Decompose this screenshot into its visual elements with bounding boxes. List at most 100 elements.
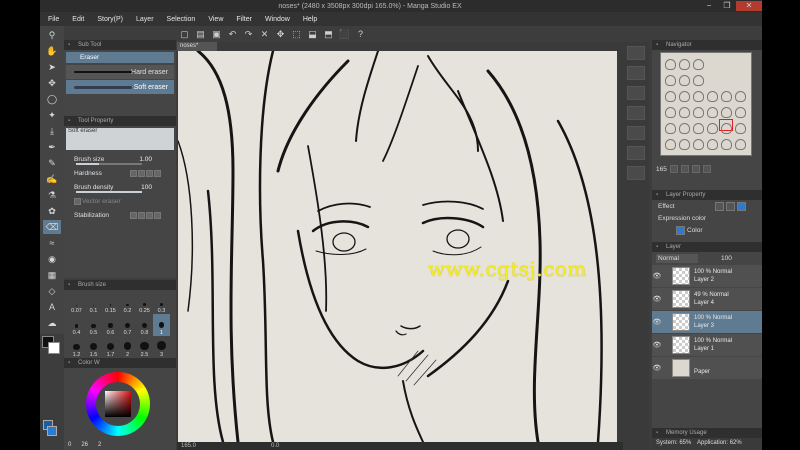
invert-selection-icon[interactable]: ⬒ bbox=[322, 28, 335, 40]
maximize-button[interactable]: ❐ bbox=[718, 1, 736, 11]
move-layer-icon[interactable]: ✥ bbox=[43, 76, 61, 90]
lasso-icon[interactable]: ◯ bbox=[43, 92, 61, 106]
hardness-row[interactable]: Hardness bbox=[64, 166, 176, 180]
layer-row[interactable]: 👁 100 % Normal Layer 1 bbox=[652, 334, 762, 356]
zoom-readout[interactable]: 165.0 bbox=[181, 442, 196, 450]
brush-density-slider[interactable] bbox=[76, 191, 142, 193]
transform-icon[interactable]: ✥ bbox=[274, 28, 287, 40]
brightness-value[interactable]: 2 bbox=[98, 442, 101, 448]
hardness-step[interactable] bbox=[130, 169, 137, 177]
brush-size-preset[interactable]: 0.2 bbox=[119, 292, 136, 314]
menu-story[interactable]: Story(P) bbox=[97, 16, 123, 23]
fill-tool-icon[interactable]: ◉ bbox=[43, 252, 61, 266]
operation-tool-icon[interactable]: ➤ bbox=[43, 60, 61, 74]
zoom-out-icon[interactable] bbox=[680, 165, 689, 173]
stabilization-step[interactable] bbox=[130, 211, 137, 219]
brush-density-row[interactable]: Brush density 100 bbox=[64, 180, 176, 194]
document-tab[interactable]: noses* bbox=[177, 42, 217, 51]
brush-icon[interactable]: ✍ bbox=[43, 172, 61, 186]
menu-edit[interactable]: Edit bbox=[72, 16, 84, 23]
airbrush-icon[interactable]: ⚗ bbox=[43, 188, 61, 202]
layer-opacity-value[interactable]: 100 bbox=[721, 255, 732, 262]
brush-size-row[interactable]: Brush size 1.00 bbox=[64, 152, 176, 166]
brush-size-value[interactable]: 1.00 bbox=[139, 156, 152, 163]
menu-filter[interactable]: Filter bbox=[236, 16, 252, 23]
drawing-canvas[interactable]: www.cgtsj.com bbox=[178, 51, 617, 442]
gradient-icon[interactable]: ▦ bbox=[43, 268, 61, 282]
open-icon[interactable]: ▤ bbox=[194, 28, 207, 40]
brush-size-preset[interactable]: 1.2 bbox=[68, 336, 85, 358]
brush-size-preset[interactable]: 0.25 bbox=[136, 292, 153, 314]
brush-size-preset[interactable]: 0.8 bbox=[136, 314, 153, 336]
undo-icon[interactable]: ↶ bbox=[226, 28, 239, 40]
brush-size-preset[interactable]: 0.07 bbox=[68, 292, 85, 314]
minimize-button[interactable]: − bbox=[700, 1, 718, 11]
brush-size-preset[interactable]: 0.7 bbox=[119, 314, 136, 336]
navigator-preview[interactable] bbox=[660, 52, 752, 156]
brush-size-preset[interactable]: 2 bbox=[119, 336, 136, 358]
brush-size-preset[interactable]: 0.1 bbox=[85, 292, 102, 314]
command-button[interactable] bbox=[627, 166, 645, 180]
sub-tool-tab-eraser[interactable]: Eraser bbox=[66, 52, 174, 63]
save-icon[interactable]: ▣ bbox=[210, 28, 223, 40]
effect-button[interactable] bbox=[714, 201, 724, 211]
brush-size-preset[interactable]: 1.7 bbox=[102, 336, 119, 358]
clear-icon[interactable]: ✕ bbox=[258, 28, 271, 40]
figure-icon[interactable]: ◇ bbox=[43, 284, 61, 298]
color-mode-value[interactable]: Color bbox=[687, 227, 703, 234]
hardness-step[interactable] bbox=[146, 169, 153, 177]
brush-size-preset[interactable]: 0.15 bbox=[102, 292, 119, 314]
layer-row[interactable]: 👁 100 % Normal Layer 2 bbox=[652, 265, 762, 287]
layer-row[interactable]: 👁 49 % Normal Layer 4 bbox=[652, 288, 762, 310]
visibility-eye-icon[interactable]: 👁 bbox=[652, 295, 662, 303]
color-wheel[interactable] bbox=[86, 372, 150, 436]
flip-icon[interactable] bbox=[702, 165, 711, 173]
decoration-icon[interactable]: ✿ bbox=[43, 204, 61, 218]
effect-button[interactable] bbox=[736, 201, 746, 211]
text-icon[interactable]: A bbox=[43, 300, 61, 314]
menu-window[interactable]: Window bbox=[265, 16, 290, 23]
brush-size-preset[interactable]: 3 bbox=[153, 336, 170, 358]
balloon-icon[interactable]: ☁ bbox=[43, 316, 61, 330]
blend-mode-select[interactable]: Normal bbox=[656, 253, 698, 263]
sub-tool-hard-eraser[interactable]: Hard eraser bbox=[66, 65, 174, 79]
brush-size-preset[interactable]: 1 bbox=[153, 314, 170, 336]
menu-selection[interactable]: Selection bbox=[167, 16, 196, 23]
eyedropper-icon[interactable]: ⤓ bbox=[43, 124, 61, 138]
vector-eraser-row[interactable]: Vector eraser bbox=[64, 194, 176, 208]
stabilization-step[interactable] bbox=[138, 211, 145, 219]
command-button[interactable] bbox=[627, 146, 645, 160]
hardness-step[interactable] bbox=[154, 169, 161, 177]
secondary-swatch[interactable] bbox=[47, 426, 57, 436]
sub-color-swatch[interactable] bbox=[48, 342, 60, 354]
stabilization-step[interactable] bbox=[154, 211, 161, 219]
select-all-icon[interactable]: ⬚ bbox=[290, 28, 303, 40]
auto-select-icon[interactable]: ✦ bbox=[43, 108, 61, 122]
vector-eraser-checkbox[interactable] bbox=[74, 197, 81, 205]
blend-icon[interactable]: ≈ bbox=[43, 236, 61, 250]
visibility-eye-icon[interactable]: 👁 bbox=[652, 318, 662, 326]
eraser-icon[interactable]: ⌫ bbox=[43, 220, 61, 234]
fill-icon[interactable]: ⬛ bbox=[338, 28, 351, 40]
hue-value[interactable]: 0 bbox=[68, 442, 71, 448]
menu-layer[interactable]: Layer bbox=[136, 16, 154, 23]
saturation-value[interactable]: 26 bbox=[81, 442, 88, 448]
brush-size-preset[interactable]: 0.4 bbox=[68, 314, 85, 336]
command-button[interactable] bbox=[627, 46, 645, 60]
hardness-step[interactable] bbox=[138, 169, 145, 177]
pen-icon[interactable]: ✒ bbox=[43, 140, 61, 154]
command-button[interactable] bbox=[627, 106, 645, 120]
command-button[interactable] bbox=[627, 126, 645, 140]
visibility-eye-icon[interactable]: 👁 bbox=[652, 272, 662, 280]
brush-density-value[interactable]: 100 bbox=[141, 184, 152, 191]
hand-tool-icon[interactable]: ✋ bbox=[43, 44, 61, 58]
brush-size-preset[interactable]: 0.5 bbox=[85, 314, 102, 336]
color-mode-row[interactable]: Color bbox=[652, 224, 762, 236]
rotation-readout[interactable]: 0.0 bbox=[271, 442, 279, 450]
deselect-icon[interactable]: ⬓ bbox=[306, 28, 319, 40]
pencil-icon[interactable]: ✎ bbox=[43, 156, 61, 170]
command-button[interactable] bbox=[627, 66, 645, 80]
menu-view[interactable]: View bbox=[208, 16, 223, 23]
sub-tool-soft-eraser[interactable]: Soft eraser bbox=[66, 80, 174, 94]
menu-help[interactable]: Help bbox=[303, 16, 317, 23]
